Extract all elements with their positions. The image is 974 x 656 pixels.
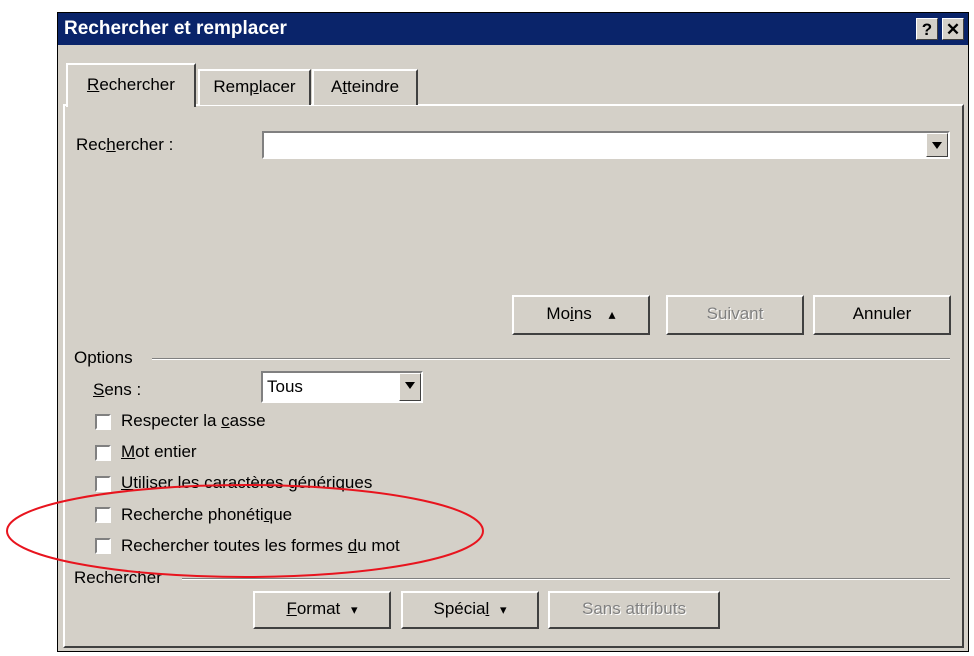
highlight-ellipse — [6, 484, 484, 578]
tab-rechercher[interactable]: Rechercher — [66, 63, 196, 107]
tab-atteindre[interactable]: Atteindre — [312, 69, 418, 105]
tab-remplacer[interactable]: Remplacer — [198, 69, 311, 105]
